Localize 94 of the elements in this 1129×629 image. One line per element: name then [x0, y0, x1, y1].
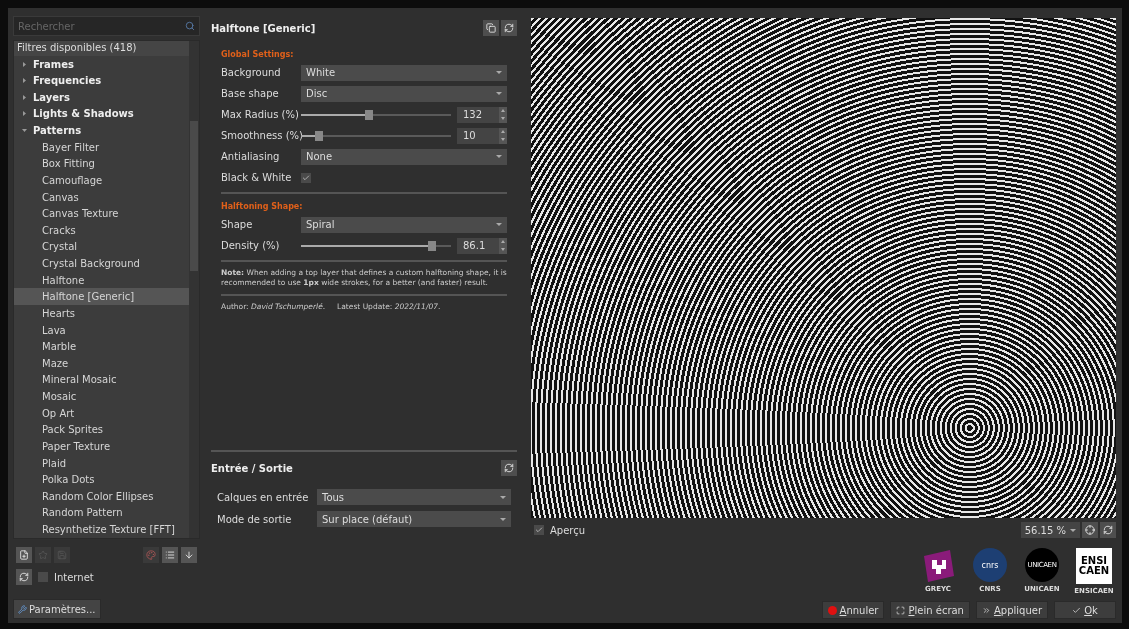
logo: cnrs	[973, 548, 1007, 582]
refresh-button[interactable]	[16, 569, 32, 585]
checkbox[interactable]	[301, 172, 311, 183]
panel-title: Entrée / Sortie	[211, 462, 293, 474]
param-label: Antialiasing	[221, 151, 281, 162]
collapsed-arrow-icon	[22, 78, 27, 84]
param-label: Max Radius (%)	[221, 109, 300, 120]
filter-item[interactable]: Plaid	[14, 454, 189, 472]
filter-item[interactable]: Halftone [Generic]	[14, 288, 189, 306]
dropdown[interactable]: Tous	[317, 489, 511, 505]
scrollbar-thumb[interactable]	[190, 121, 198, 271]
dialog-button[interactable]: Appliquer	[975, 601, 1048, 619]
wrench-icon	[18, 604, 27, 614]
filter-item[interactable]: Bayer Filter	[14, 138, 189, 156]
reset-button[interactable]	[501, 460, 517, 476]
collapsed-arrow-icon	[22, 61, 27, 67]
logo: ENSI CAEN	[1076, 548, 1112, 584]
fullscreen-icon	[896, 605, 906, 615]
crosshair-button[interactable]	[1082, 522, 1098, 538]
filter-item[interactable]: Maze	[14, 354, 189, 372]
list-view-button[interactable]	[162, 547, 178, 563]
checkbox[interactable]	[38, 572, 48, 582]
filter-item[interactable]: Lava	[14, 321, 189, 339]
double-chevron-icon	[981, 605, 991, 615]
checkbox-label: Internet	[54, 571, 94, 583]
dialog-button[interactable]: Ok	[1054, 601, 1116, 619]
filter-item[interactable]: Mineral Mosaic	[14, 371, 189, 389]
list-icon	[165, 550, 175, 560]
filter-item[interactable]: Op Art	[14, 404, 189, 422]
field-label: Calques en entrée	[217, 491, 310, 503]
filter-item[interactable]: Camouflage	[14, 172, 189, 189]
collapsed-arrow-icon	[22, 111, 27, 117]
collapsed-arrow-icon	[22, 94, 27, 100]
settings-button[interactable]: Paramètres...	[13, 599, 101, 619]
filter-item[interactable]: Crystal	[14, 238, 189, 256]
filter-title: Halftone [Generic]	[211, 22, 316, 34]
filter-item[interactable]: Marble	[14, 338, 189, 355]
category-item[interactable]: Lights & Shadows	[14, 105, 189, 123]
category-item[interactable]: Patterns	[14, 122, 189, 139]
filter-item[interactable]: Pack Sprites	[14, 421, 189, 439]
filter-item[interactable]: Hearts	[14, 305, 189, 322]
filter-item[interactable]: Random Pattern	[14, 504, 189, 522]
dropdown[interactable]: White	[301, 64, 507, 81]
filter-item[interactable]: Polka Dots	[14, 471, 189, 488]
section-heading: Halftoning Shape:	[221, 200, 304, 213]
dropdown[interactable]: None	[301, 148, 507, 165]
number-field[interactable]: 86.1	[457, 237, 507, 254]
checkbox[interactable]	[534, 525, 544, 535]
filter-item[interactable]: Paper Texture	[14, 438, 189, 455]
filter-item[interactable]: Cracks	[14, 221, 189, 239]
dialog-button[interactable]: Plein écran	[890, 601, 970, 619]
filter-item[interactable]: Resynthetize Texture [FFT]	[14, 521, 189, 538]
dropdown[interactable]: Spiral	[301, 216, 507, 233]
filter-item[interactable]: Box Fitting	[14, 155, 189, 173]
dot-icon	[827, 605, 837, 615]
param-label: Black & White	[221, 172, 293, 183]
file-plus-icon	[19, 550, 29, 560]
category-item[interactable]: Frames	[14, 55, 189, 73]
slider-thumb[interactable]	[427, 240, 436, 251]
refresh-button[interactable]	[1100, 522, 1116, 538]
slider-thumb[interactable]	[364, 109, 373, 120]
filter-item[interactable]: Canvas	[14, 188, 189, 206]
category-item[interactable]: Layers	[14, 88, 189, 106]
filter-item[interactable]: Random Color Ellipses	[14, 487, 189, 505]
filter-item[interactable]: Crystal Background	[14, 255, 189, 272]
search-icon	[185, 21, 195, 31]
filter-item[interactable]: Canvas Texture	[14, 205, 189, 222]
expanded-arrow-icon	[22, 128, 27, 134]
filter-item[interactable]: Halftone	[14, 271, 189, 289]
slider-thumb[interactable]	[315, 130, 323, 141]
check-icon	[1072, 605, 1082, 615]
number-field[interactable]: 132	[457, 106, 507, 123]
palette-icon	[146, 550, 156, 560]
field-label: Mode de sortie	[217, 513, 293, 525]
copy-button[interactable]	[483, 20, 499, 36]
add-favorite-button[interactable]	[16, 547, 32, 563]
down-arrow-icon	[184, 550, 194, 560]
param-label: Shape	[221, 219, 254, 230]
dropdown[interactable]: Sur place (défaut)	[317, 511, 511, 527]
param-label: Density (%)	[221, 240, 281, 251]
param-label: Base shape	[221, 88, 280, 99]
star-button[interactable]	[35, 547, 51, 563]
filter-item[interactable]: Mosaic	[14, 388, 189, 405]
number-field[interactable]: 10	[457, 127, 507, 144]
param-label: Background	[221, 67, 282, 78]
download-button[interactable]	[181, 547, 197, 563]
dropdown[interactable]: Disc	[301, 85, 507, 102]
section-heading: Global Settings:	[221, 48, 295, 61]
tree-header: Filtres disponibles (418)	[14, 41, 189, 56]
category-item[interactable]: Frequencies	[14, 72, 189, 89]
zoom-field[interactable]: 56.15 %	[1020, 522, 1080, 538]
checkbox-label: Aperçu	[550, 524, 586, 536]
dialog-button[interactable]: Annuler	[821, 601, 885, 619]
reset-button[interactable]	[501, 20, 517, 36]
